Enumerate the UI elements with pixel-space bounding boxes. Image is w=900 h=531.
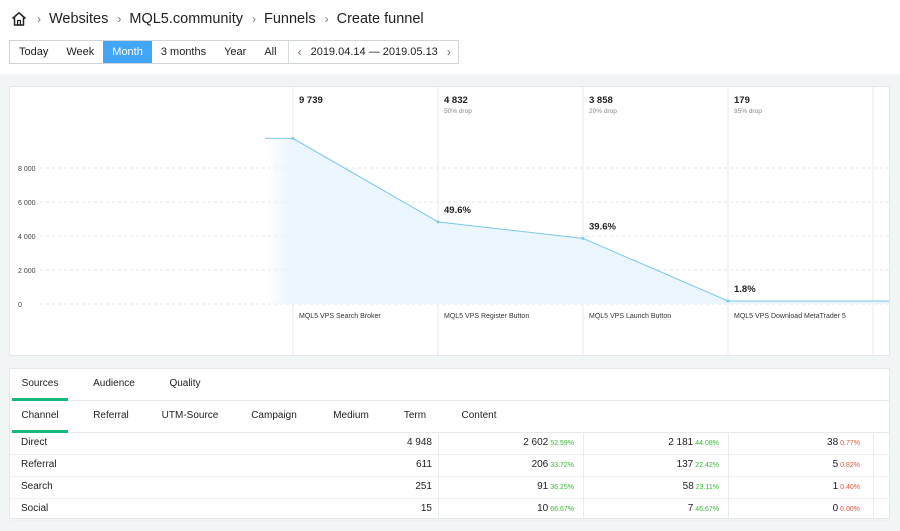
period-today-button[interactable]: Today	[10, 41, 57, 63]
step3-count-value: 0	[832, 503, 839, 514]
table-row[interactable]: Referral 611 206 33.72% 137 22.42% 5 0.82%	[10, 455, 889, 477]
step3-count-value: 5	[832, 459, 839, 470]
home-icon[interactable]	[10, 10, 28, 28]
tab-sources[interactable]: Sources	[12, 369, 68, 401]
step3-count: 1 0.40%	[10, 477, 860, 499]
step-total: 9 739	[299, 95, 323, 106]
date-range[interactable]: 2019.04.14 — 2019.05.13	[309, 41, 440, 63]
step-label: MQL5 VPS Register Button	[444, 313, 529, 320]
step3-count-percent: 0.40%	[840, 484, 860, 491]
subtab-bar: Channel Referral UTM-Source Campaign Med…	[10, 401, 889, 433]
breadcrumb-item-websites[interactable]: Websites	[49, 11, 108, 27]
subtab-content[interactable]: Content	[456, 401, 502, 433]
step-drop: 20% drop	[589, 108, 617, 115]
table-row[interactable]: Direct 4 948 2 602 52.59% 2 181 44.08% 38 0.77%	[10, 433, 889, 455]
step-drop: 50% drop	[444, 108, 472, 115]
funnel-point	[291, 136, 295, 140]
step3-count: 38 0.77%	[10, 433, 860, 455]
period-selector: Today Week Month 3 months Year All ‹ 201…	[9, 40, 459, 64]
period-week-button[interactable]: Week	[57, 41, 103, 63]
step-conversion: 49.6%	[444, 205, 471, 216]
step-total: 3 858	[589, 95, 613, 106]
table-row[interactable]: Social 15 10 66.67% 7 46.67% 0 0.00%	[10, 499, 889, 521]
step-conversion: 1.8%	[734, 284, 756, 295]
divider	[287, 41, 289, 63]
tab-quality[interactable]: Quality	[158, 369, 212, 401]
column-divider	[873, 477, 874, 499]
step-drop: 95% drop	[734, 108, 762, 115]
column-divider	[873, 433, 874, 455]
funnel-chart-svg: 8 000 6 000 4 000 2 000 0 9 739 MQL5 VPS Searc…	[18, 87, 889, 355]
funnel-chart: 8 000 6 000 4 000 2 000 0 9 739 MQL5 VPS Searc…	[9, 86, 890, 356]
step-total: 4 832	[444, 95, 468, 106]
breadcrumb-item-funnels[interactable]: Funnels	[264, 11, 316, 27]
subtab-term[interactable]: Term	[396, 401, 434, 433]
y-tick-label: 6 000	[18, 200, 36, 207]
chevron-right-icon: ›	[37, 12, 41, 26]
y-tick-label: 4 000	[18, 234, 36, 241]
period-all-button[interactable]: All	[255, 41, 285, 63]
step3-count-percent: 0.00%	[840, 506, 860, 513]
chevron-right-icon: ›	[117, 12, 122, 26]
period-year-button[interactable]: Year	[215, 41, 255, 63]
subtab-referral[interactable]: Referral	[86, 401, 136, 433]
funnel-area-lead	[265, 138, 293, 304]
funnel-point	[436, 220, 440, 224]
y-tick-label: 8 000	[18, 166, 36, 173]
step-conversion: 39.6%	[589, 221, 616, 232]
column-divider	[873, 499, 874, 521]
funnel-point	[726, 299, 730, 303]
breakdown-panel: Sources Audience Quality Channel Referra…	[9, 368, 890, 521]
breadcrumb: › Websites › MQL5.community › Funnels › …	[10, 8, 424, 30]
y-tick-label: 2 000	[18, 268, 36, 275]
breadcrumb-item-current: Create funnel	[336, 11, 424, 27]
step-label: MQL5 VPS Download MetaTrader 5	[734, 313, 846, 320]
subtab-utm-source[interactable]: UTM-Source	[156, 401, 224, 433]
subtab-channel[interactable]: Channel	[12, 401, 68, 433]
step3-count-percent: 0.77%	[840, 440, 860, 447]
tab-bar: Sources Audience Quality	[10, 369, 889, 401]
step3-count-percent: 0.82%	[840, 462, 860, 469]
table-row[interactable]: Search 251 91 36.25% 58 23.11% 1 0.40%	[10, 477, 889, 499]
step3-count-value: 38	[827, 437, 839, 448]
step-label: MQL5 VPS Launch Button	[589, 313, 671, 320]
subtab-campaign[interactable]: Campaign	[246, 401, 302, 433]
step3-count-value: 1	[832, 481, 839, 492]
step3-count: 0 0.00%	[10, 499, 860, 521]
funnel-point	[581, 236, 585, 240]
step3-count: 5 0.82%	[10, 455, 860, 477]
subtab-medium[interactable]: Medium	[326, 401, 376, 433]
tab-audience[interactable]: Audience	[86, 369, 142, 401]
breadcrumb-item-site[interactable]: MQL5.community	[129, 11, 243, 27]
chevron-right-icon[interactable]: ›	[440, 41, 458, 63]
period-3months-button[interactable]: 3 months	[152, 41, 215, 63]
period-month-button[interactable]: Month	[103, 41, 152, 63]
step-label: MQL5 VPS Search Broker	[299, 313, 381, 320]
y-tick-label: 0	[18, 302, 22, 309]
chevron-left-icon[interactable]: ‹	[291, 41, 309, 63]
page-header: › Websites › MQL5.community › Funnels › …	[0, 0, 900, 74]
chevron-right-icon: ›	[324, 12, 329, 26]
chevron-right-icon: ›	[252, 12, 256, 26]
column-divider	[873, 455, 874, 477]
step-total: 179	[734, 95, 750, 106]
